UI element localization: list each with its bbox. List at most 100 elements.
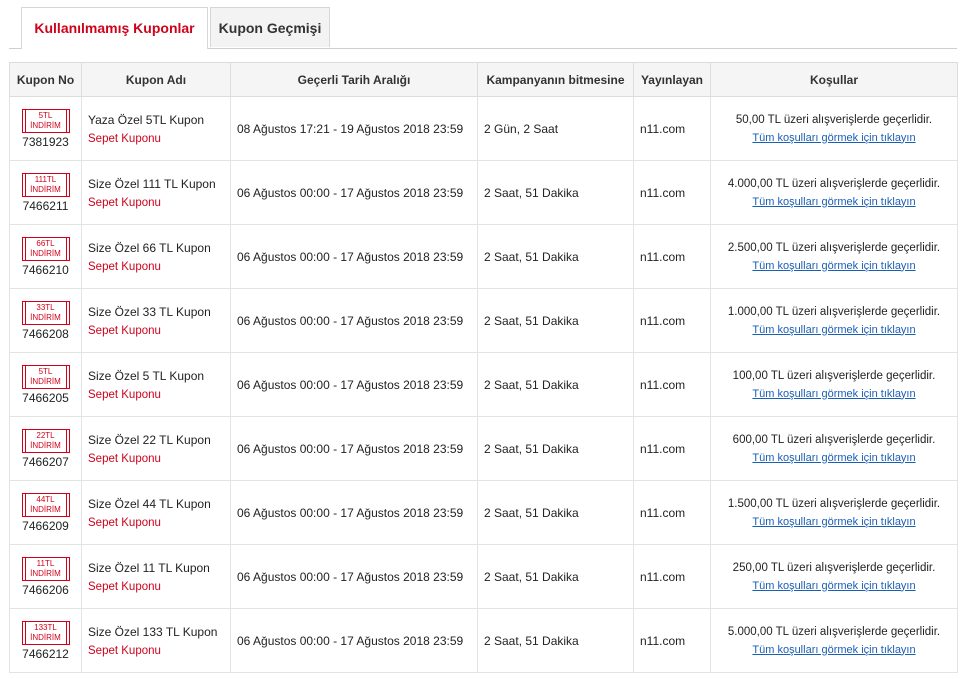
remaining-time-cell: 2 Saat, 51 Dakika bbox=[477, 224, 634, 289]
coupon-type: Sepet Kuponu bbox=[88, 580, 161, 593]
table-row: 111TL İNDİRİM 7466211 Size Özel 111 TL Kupo… bbox=[9, 160, 958, 225]
table-row: 66TL İNDİRİM 7466210 Size Özel 66 TL Kupon S… bbox=[9, 224, 958, 289]
coupon-name: Size Özel 11 TL Kupon bbox=[88, 560, 210, 575]
all-conditions-link[interactable]: Tüm koşulları görmek için tıklayın bbox=[752, 132, 915, 144]
header-publisher: Yayınlayan bbox=[633, 62, 711, 97]
badge-label: İNDİRİM bbox=[30, 248, 61, 258]
publisher-cell: n11.com bbox=[633, 224, 711, 289]
coupon-id: 7466207 bbox=[22, 454, 69, 469]
badge-amount: 33TL bbox=[36, 302, 55, 312]
coupon-name: Size Özel 33 TL Kupon bbox=[88, 304, 211, 319]
coupon-tabs: Kullanılmamış Kuponlar Kupon Geçmişi bbox=[9, 7, 957, 49]
badge-label: İNDİRİM bbox=[30, 440, 61, 450]
coupon-id: 7466205 bbox=[22, 390, 69, 405]
discount-badge-icon: 66TL İNDİRİM bbox=[21, 236, 70, 261]
date-range-cell: 06 Ağustos 00:00 - 17 Ağustos 2018 23:59 bbox=[230, 288, 478, 353]
badge-label: İNDİRİM bbox=[30, 120, 61, 130]
all-conditions-link[interactable]: Tüm koşulları görmek için tıklayın bbox=[752, 324, 915, 336]
header-conditions: Koşullar bbox=[710, 62, 958, 97]
discount-badge-icon: 111TL İNDİRİM bbox=[21, 172, 70, 197]
header-remaining: Kampanyanın bitmesine bbox=[477, 62, 634, 97]
coupon-id: 7466206 bbox=[22, 582, 69, 597]
publisher-cell: n11.com bbox=[633, 96, 711, 161]
badge-label: İNDİRİM bbox=[30, 184, 61, 194]
all-conditions-link[interactable]: Tüm koşulları görmek için tıklayın bbox=[752, 644, 915, 656]
all-conditions-link[interactable]: Tüm koşulları görmek için tıklayın bbox=[752, 260, 915, 272]
badge-label: İNDİRİM bbox=[30, 632, 61, 642]
coupon-no-cell: 111TL İNDİRİM 7466211 bbox=[9, 160, 82, 225]
conditions-cell: 250,00 TL üzeri alışverişlerde geçerlidi… bbox=[710, 544, 958, 609]
tab-coupon-history[interactable]: Kupon Geçmişi bbox=[210, 7, 330, 47]
coupon-type: Sepet Kuponu bbox=[88, 452, 161, 465]
conditions-cell: 50,00 TL üzeri alışverişlerde geçerlidir… bbox=[710, 96, 958, 161]
coupon-type: Sepet Kuponu bbox=[88, 388, 161, 401]
coupon-no-cell: 33TL İNDİRİM 7466208 bbox=[9, 288, 82, 353]
condition-text: 4.000,00 TL üzeri alışverişlerde geçerli… bbox=[727, 177, 941, 190]
coupon-type: Sepet Kuponu bbox=[88, 516, 161, 529]
table-row: 44TL İNDİRİM 7466209 Size Özel 44 TL Kupon S… bbox=[9, 480, 958, 545]
publisher-cell: n11.com bbox=[633, 160, 711, 225]
remaining-time-cell: 2 Saat, 51 Dakika bbox=[477, 480, 634, 545]
date-range-cell: 06 Ağustos 00:00 - 17 Ağustos 2018 23:59 bbox=[230, 352, 478, 417]
discount-badge-icon: 33TL İNDİRİM bbox=[21, 300, 70, 325]
remaining-time-cell: 2 Saat, 51 Dakika bbox=[477, 608, 634, 673]
badge-amount: 5TL bbox=[38, 366, 53, 376]
all-conditions-link[interactable]: Tüm koşulları görmek için tıklayın bbox=[752, 516, 915, 528]
coupon-name-cell: Size Özel 133 TL Kupon Sepet Kuponu bbox=[81, 608, 231, 673]
badge-amount: 133TL bbox=[34, 622, 57, 632]
date-range-cell: 06 Ağustos 00:00 - 17 Ağustos 2018 23:59 bbox=[230, 608, 478, 673]
all-conditions-link[interactable]: Tüm koşulları görmek için tıklayın bbox=[752, 452, 915, 464]
publisher-cell: n11.com bbox=[633, 416, 711, 481]
badge-amount: 11TL bbox=[36, 558, 55, 568]
all-conditions-link[interactable]: Tüm koşulları görmek için tıklayın bbox=[752, 580, 915, 592]
remaining-time-cell: 2 Saat, 51 Dakika bbox=[477, 544, 634, 609]
coupon-type: Sepet Kuponu bbox=[88, 132, 161, 145]
all-conditions-link[interactable]: Tüm koşulları görmek için tıklayın bbox=[752, 388, 915, 400]
badge-amount: 5TL bbox=[38, 110, 53, 120]
discount-badge-icon: 5TL İNDİRİM bbox=[21, 108, 70, 133]
conditions-cell: 5.000,00 TL üzeri alışverişlerde geçerli… bbox=[710, 608, 958, 673]
publisher-cell: n11.com bbox=[633, 544, 711, 609]
badge-label: İNDİRİM bbox=[30, 376, 61, 386]
discount-badge-icon: 22TL İNDİRİM bbox=[21, 428, 70, 453]
coupon-name-cell: Size Özel 111 TL Kupon Sepet Kuponu bbox=[81, 160, 231, 225]
coupon-no-cell: 22TL İNDİRİM 7466207 bbox=[9, 416, 82, 481]
badge-amount: 44TL bbox=[36, 494, 55, 504]
coupon-no-cell: 133TL İNDİRİM 7466212 bbox=[9, 608, 82, 673]
table-row: 11TL İNDİRİM 7466206 Size Özel 11 TL Kupon S… bbox=[9, 544, 958, 609]
header-date-range: Geçerli Tarih Aralığı bbox=[230, 62, 478, 97]
coupon-name-cell: Size Özel 5 TL Kupon Sepet Kuponu bbox=[81, 352, 231, 417]
badge-label: İNDİRİM bbox=[30, 568, 61, 578]
condition-text: 2.500,00 TL üzeri alışverişlerde geçerli… bbox=[727, 241, 941, 254]
coupon-name: Size Özel 111 TL Kupon bbox=[88, 176, 216, 191]
condition-text: 1.500,00 TL üzeri alışverişlerde geçerli… bbox=[727, 497, 941, 510]
publisher-cell: n11.com bbox=[633, 608, 711, 673]
tab-unused-coupons[interactable]: Kullanılmamış Kuponlar bbox=[21, 7, 208, 49]
conditions-cell: 4.000,00 TL üzeri alışverişlerde geçerli… bbox=[710, 160, 958, 225]
date-range-cell: 06 Ağustos 00:00 - 17 Ağustos 2018 23:59 bbox=[230, 160, 478, 225]
coupon-id: 7466210 bbox=[22, 262, 69, 277]
table-row: 133TL İNDİRİM 7466212 Size Özel 133 TL Kupo… bbox=[9, 608, 958, 673]
coupon-name: Yaza Özel 5TL Kupon bbox=[88, 112, 205, 127]
badge-amount: 66TL bbox=[36, 238, 55, 248]
coupon-name-cell: Size Özel 44 TL Kupon Sepet Kuponu bbox=[81, 480, 231, 545]
conditions-cell: 2.500,00 TL üzeri alışverişlerde geçerli… bbox=[710, 224, 958, 289]
coupon-no-cell: 5TL İNDİRİM 7381923 bbox=[9, 96, 82, 161]
publisher-cell: n11.com bbox=[633, 480, 711, 545]
all-conditions-link[interactable]: Tüm koşulları görmek için tıklayın bbox=[752, 196, 915, 208]
table-row: 5TL İNDİRİM 7466205 Size Özel 5 TL Kupon Sep… bbox=[9, 352, 958, 417]
coupon-no-cell: 44TL İNDİRİM 7466209 bbox=[9, 480, 82, 545]
header-coupon-no: Kupon No bbox=[9, 62, 82, 97]
coupon-type: Sepet Kuponu bbox=[88, 324, 161, 337]
remaining-time-cell: 2 Saat, 51 Dakika bbox=[477, 416, 634, 481]
badge-label: İNDİRİM bbox=[30, 312, 61, 322]
coupon-id: 7466208 bbox=[22, 326, 69, 341]
discount-badge-icon: 5TL İNDİRİM bbox=[21, 364, 70, 389]
discount-badge-icon: 11TL İNDİRİM bbox=[21, 556, 70, 581]
publisher-cell: n11.com bbox=[633, 352, 711, 417]
date-range-cell: 08 Ağustos 17:21 - 19 Ağustos 2018 23:59 bbox=[230, 96, 478, 161]
coupon-type: Sepet Kuponu bbox=[88, 644, 161, 657]
coupon-name: Size Özel 133 TL Kupon bbox=[88, 624, 218, 639]
coupon-name-cell: Size Özel 33 TL Kupon Sepet Kuponu bbox=[81, 288, 231, 353]
coupon-name-cell: Size Özel 66 TL Kupon Sepet Kuponu bbox=[81, 224, 231, 289]
